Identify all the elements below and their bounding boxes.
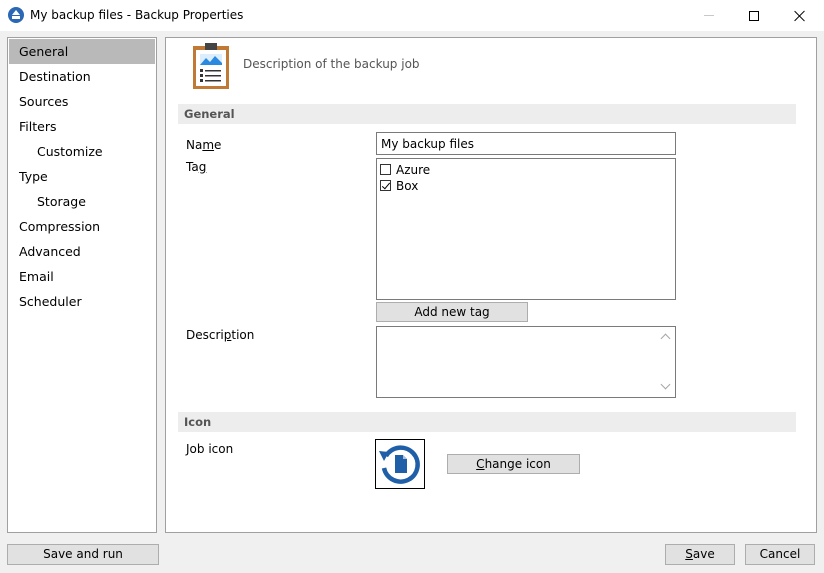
close-button[interactable] bbox=[777, 0, 823, 31]
sidebar-item-scheduler[interactable]: Scheduler bbox=[8, 289, 156, 314]
job-icon-label: Job icon bbox=[186, 442, 234, 456]
tag-label-azure: Azure bbox=[396, 162, 431, 177]
change-icon-button[interactable]: Change icon bbox=[447, 454, 580, 474]
description-label-part: tion bbox=[231, 328, 255, 342]
section-header-general: General bbox=[178, 104, 796, 124]
sidebar-nav: General Destination Sources Filters Cust… bbox=[7, 37, 157, 533]
name-label-part: Na bbox=[186, 138, 203, 152]
tag-label-access-key: g bbox=[198, 160, 207, 174]
sidebar-item-email[interactable]: Email bbox=[8, 264, 156, 289]
tag-label: Tag bbox=[186, 160, 206, 174]
scroll-up-icon[interactable] bbox=[660, 333, 671, 344]
window-title: My backup files - Backup Properties bbox=[30, 8, 244, 22]
change-icon-access-key: C bbox=[476, 457, 485, 471]
sidebar-item-compression[interactable]: Compression bbox=[8, 214, 156, 239]
save-button[interactable]: Save bbox=[665, 544, 735, 565]
maximize-icon bbox=[749, 10, 759, 21]
minimize-icon bbox=[704, 15, 714, 16]
job-description-header: Description of the backup job bbox=[243, 57, 420, 71]
tag-label-part: Ta bbox=[186, 160, 199, 174]
change-icon-label: hange icon bbox=[484, 457, 551, 471]
sidebar-item-filters[interactable]: Filters bbox=[8, 114, 156, 139]
maximize-button[interactable] bbox=[731, 0, 777, 31]
app-icon bbox=[8, 7, 24, 23]
tag-label-box: Box bbox=[396, 178, 419, 193]
clipboard-report-icon bbox=[193, 43, 229, 89]
name-input[interactable] bbox=[376, 132, 676, 155]
sidebar-item-destination[interactable]: Destination bbox=[8, 64, 156, 89]
description-textarea[interactable] bbox=[376, 326, 676, 398]
sidebar-item-storage[interactable]: Storage bbox=[8, 189, 156, 214]
section-header-icon: Icon bbox=[178, 412, 796, 432]
tag-item-azure[interactable]: Azure bbox=[377, 162, 675, 177]
save-and-run-button[interactable]: Save and run bbox=[7, 544, 159, 565]
save-access-key: S bbox=[685, 547, 693, 561]
sidebar-item-type[interactable]: Type bbox=[8, 164, 156, 189]
tag-checkbox-box[interactable] bbox=[380, 180, 391, 191]
save-label: ave bbox=[692, 547, 715, 561]
tag-item-box[interactable]: Box bbox=[377, 178, 675, 193]
description-label-part: Descri bbox=[186, 328, 224, 342]
title-bar: My backup files - Backup Properties bbox=[0, 0, 824, 31]
properties-panel: Description of the backup job General Na… bbox=[165, 37, 817, 533]
tag-checkbox-azure[interactable] bbox=[380, 164, 391, 175]
description-scrollbar[interactable] bbox=[658, 327, 675, 397]
minimize-button[interactable] bbox=[686, 0, 732, 31]
sidebar-item-customize[interactable]: Customize bbox=[8, 139, 156, 164]
job-icon-preview bbox=[375, 439, 425, 489]
tag-list[interactable]: Azure Box bbox=[376, 158, 676, 300]
sidebar-item-advanced[interactable]: Advanced bbox=[8, 239, 156, 264]
name-label-access-key: m bbox=[202, 138, 215, 152]
description-label: Description bbox=[186, 328, 254, 342]
scroll-down-icon[interactable] bbox=[660, 379, 671, 390]
name-label: Name bbox=[186, 138, 221, 152]
restore-file-icon bbox=[379, 445, 420, 484]
sidebar-item-sources[interactable]: Sources bbox=[8, 89, 156, 114]
sidebar-item-general[interactable]: General bbox=[9, 39, 155, 64]
add-new-tag-button[interactable]: Add new tag bbox=[376, 302, 528, 322]
name-label-part: e bbox=[214, 138, 222, 152]
cancel-button[interactable]: Cancel bbox=[745, 544, 815, 565]
close-icon bbox=[794, 10, 806, 22]
